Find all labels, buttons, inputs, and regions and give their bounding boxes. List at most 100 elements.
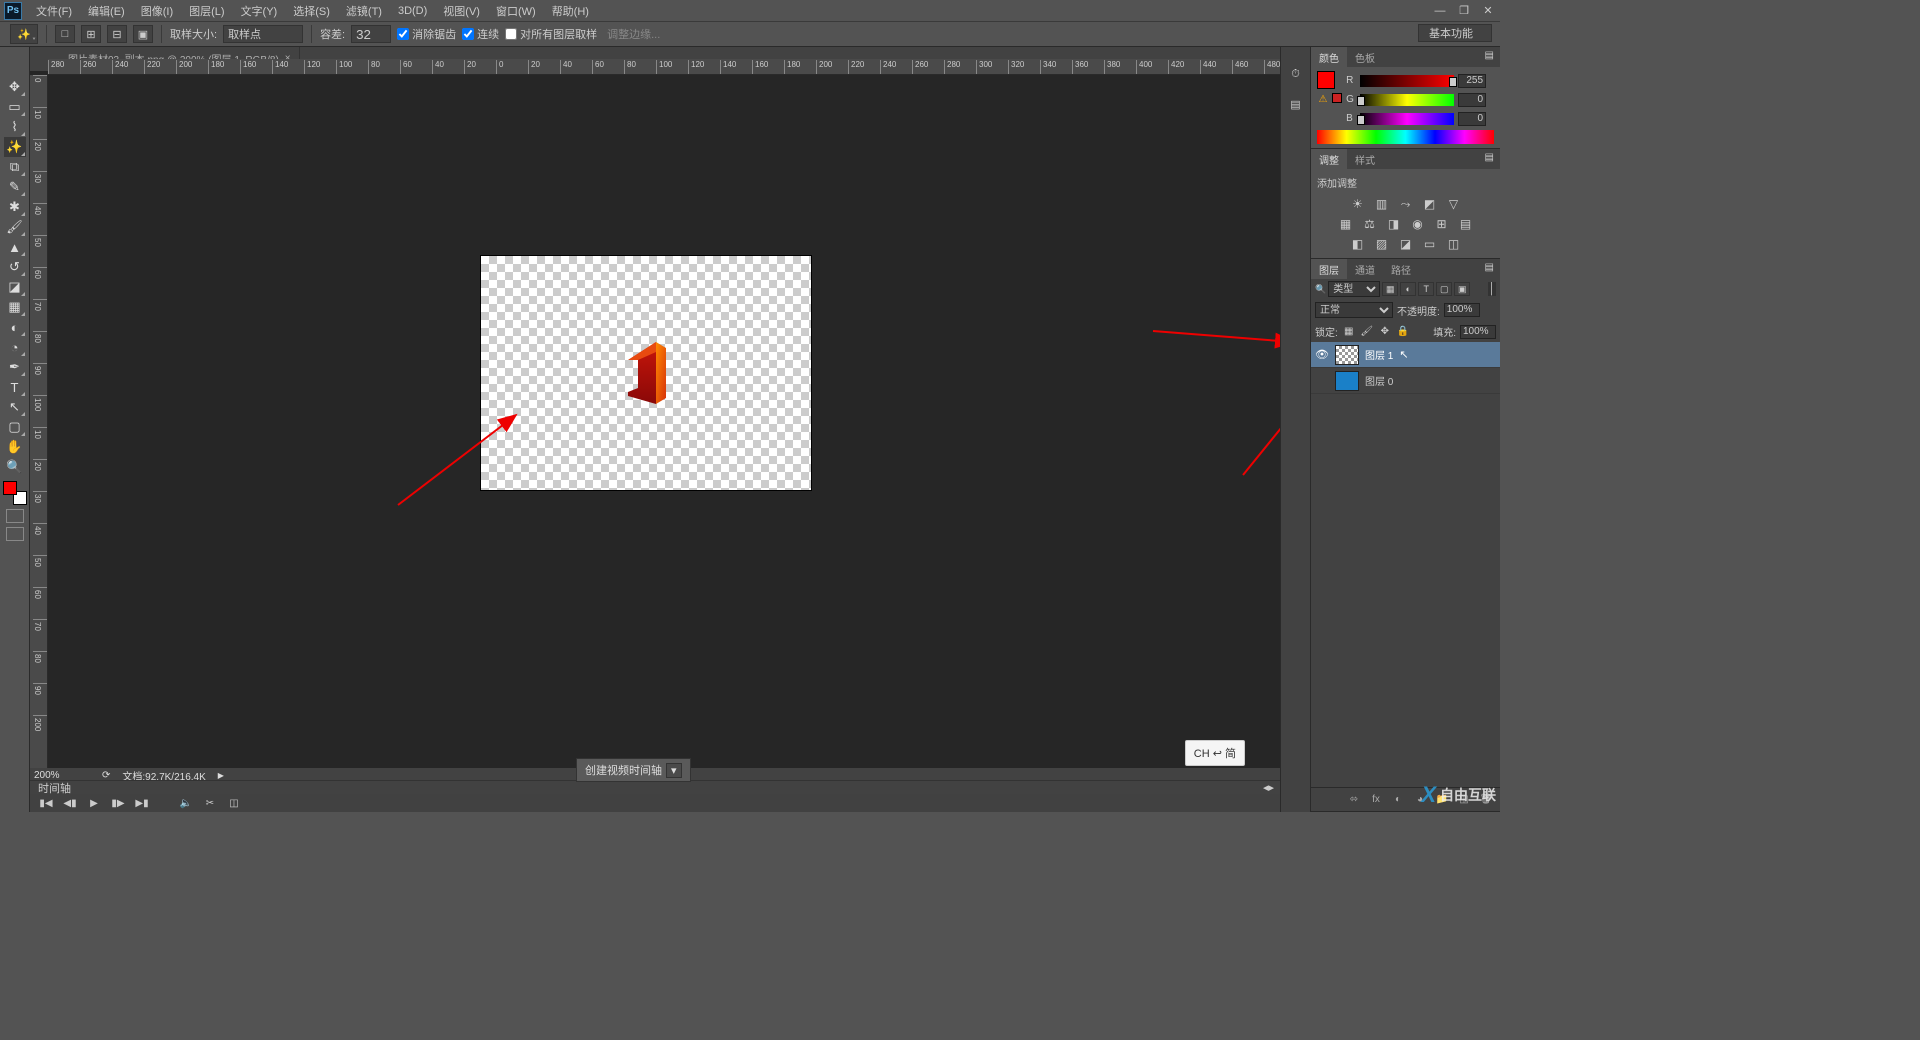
r-value[interactable]: 255 (1458, 74, 1486, 88)
selection-intersect-icon[interactable]: ▣ (133, 25, 153, 43)
r-slider[interactable] (1360, 75, 1454, 87)
vibrance-icon[interactable]: ▽ (1445, 196, 1463, 212)
b-slider[interactable] (1360, 113, 1454, 125)
filter-adjust-icon[interactable]: ◐ (1400, 282, 1416, 296)
timeline-prev-icon[interactable]: ◀▮ (62, 797, 78, 809)
timeline-collapse-icon[interactable]: ◂▸ (1263, 781, 1274, 794)
tab-styles[interactable]: 样式 (1347, 149, 1383, 169)
lock-pixels-icon[interactable]: 🖌 (1360, 326, 1374, 338)
menu-type[interactable]: 文字(Y) (233, 0, 286, 22)
levels-icon[interactable]: ▥ (1373, 196, 1391, 212)
panel-menu-icon[interactable]: ▤ (1479, 47, 1500, 67)
crop-tool[interactable]: ⧉ (4, 157, 26, 177)
workspace-selector[interactable]: 基本功能 (1418, 24, 1492, 42)
quickmask-button[interactable] (6, 509, 24, 523)
menu-filter[interactable]: 滤镜(T) (338, 0, 390, 22)
zoom-tool[interactable]: 🔍 (4, 457, 26, 477)
menu-image[interactable]: 图像(I) (133, 0, 181, 22)
path-selection-tool[interactable]: ↖ (4, 397, 26, 417)
current-tool-icon[interactable]: ✨ (10, 24, 38, 44)
filter-smart-icon[interactable]: ▣ (1454, 282, 1470, 296)
gradient-map-icon[interactable]: ▭ (1421, 236, 1439, 252)
filter-pixel-icon[interactable]: ▦ (1382, 282, 1398, 296)
tab-color[interactable]: 颜色 (1311, 47, 1347, 67)
lock-position-icon[interactable]: ✥ (1378, 326, 1392, 338)
layer-name[interactable]: 图层 0 (1365, 373, 1393, 388)
b-value[interactable]: 0 (1458, 112, 1486, 126)
gamut-color-icon[interactable] (1332, 93, 1342, 103)
lock-all-icon[interactable]: 🔒 (1396, 326, 1410, 338)
color-balance-icon[interactable]: ⚖ (1361, 216, 1379, 232)
layer-thumbnail[interactable] (1335, 345, 1359, 365)
layer-row[interactable]: 图层 0 (1311, 368, 1500, 394)
link-layers-icon[interactable]: ⬄ (1346, 793, 1362, 807)
sample-size-select[interactable]: 取样点 (223, 25, 303, 43)
tab-paths[interactable]: 路径 (1383, 259, 1419, 279)
brush-tool[interactable]: 🖌 (4, 217, 26, 237)
tolerance-input[interactable] (351, 25, 391, 43)
minimize-button[interactable]: — (1428, 0, 1452, 21)
layer-fx-icon[interactable]: fx (1368, 793, 1384, 807)
menu-file[interactable]: 文件(F) (28, 0, 80, 22)
invert-icon[interactable]: ◧ (1349, 236, 1367, 252)
timeline-split-icon[interactable]: ✂ (202, 797, 218, 809)
filter-type-icon[interactable]: T (1418, 282, 1434, 296)
contiguous-checkbox[interactable]: 连续 (462, 26, 499, 42)
timeline-play-icon[interactable]: ▶ (86, 797, 102, 809)
layer-thumbnail[interactable] (1335, 371, 1359, 391)
timeline-last-icon[interactable]: ▶▮ (134, 797, 150, 809)
lasso-tool[interactable]: ⌇ (4, 117, 26, 137)
g-value[interactable]: 0 (1458, 93, 1486, 107)
panel-menu-icon[interactable]: ▤ (1479, 259, 1500, 279)
foreground-swatch[interactable] (1317, 71, 1335, 89)
layer-visibility-icon[interactable]: 👁 (1315, 348, 1329, 361)
clone-stamp-tool[interactable]: ▲ (4, 237, 26, 257)
canvas-viewport[interactable] (48, 75, 1280, 770)
posterize-icon[interactable]: ▨ (1373, 236, 1391, 252)
type-tool[interactable]: T (4, 377, 26, 397)
menu-select[interactable]: 选择(S) (285, 0, 338, 22)
menu-view[interactable]: 视图(V) (435, 0, 488, 22)
exposure-icon[interactable]: ◩ (1421, 196, 1439, 212)
properties-panel-icon[interactable]: ▤ (1286, 95, 1306, 113)
tab-swatches[interactable]: 色板 (1347, 47, 1383, 67)
screenmode-button[interactable] (6, 527, 24, 541)
marquee-tool[interactable]: ▭ (4, 97, 26, 117)
dodge-tool[interactable]: ◔ (4, 337, 26, 357)
layer-row[interactable]: 👁 图层 1 ↖ (1311, 342, 1500, 368)
tab-channels[interactable]: 通道 (1347, 259, 1383, 279)
foreground-color[interactable] (3, 481, 17, 495)
selection-subtract-icon[interactable]: ⊟ (107, 25, 127, 43)
gradient-tool[interactable]: ▦ (4, 297, 26, 317)
status-more-icon[interactable]: ▶ (218, 771, 224, 780)
image-canvas[interactable] (480, 255, 812, 491)
menu-layer[interactable]: 图层(L) (181, 0, 232, 22)
timeline-next-icon[interactable]: ▮▶ (110, 797, 126, 809)
tab-adjustments[interactable]: 调整 (1311, 149, 1347, 169)
timeline-audio-icon[interactable]: 🔈 (178, 797, 194, 809)
photo-filter-icon[interactable]: ◉ (1409, 216, 1427, 232)
color-swatches[interactable] (3, 481, 27, 505)
magic-wand-tool[interactable]: ✨ (4, 137, 26, 157)
color-spectrum[interactable] (1317, 130, 1494, 144)
filter-type-select[interactable]: 类型 (1328, 281, 1380, 297)
threshold-icon[interactable]: ◪ (1397, 236, 1415, 252)
hue-icon[interactable]: ▦ (1337, 216, 1355, 232)
chevron-down-icon[interactable]: ▾ (666, 763, 682, 778)
color-lookup-icon[interactable]: ▤ (1457, 216, 1475, 232)
healing-brush-tool[interactable]: ✱ (4, 197, 26, 217)
selection-add-icon[interactable]: ⊞ (81, 25, 101, 43)
history-panel-icon[interactable]: ⏱ (1286, 65, 1306, 83)
ime-indicator[interactable]: CH ↩ 简 (1185, 740, 1245, 766)
ruler-vertical[interactable]: 0102030405060708090100102030405060708090… (30, 75, 48, 770)
hand-tool[interactable]: ✋ (4, 437, 26, 457)
selection-new-icon[interactable]: □ (55, 25, 75, 43)
all-layers-checkbox[interactable]: 对所有图层取样 (505, 26, 597, 42)
move-tool[interactable]: ✥ (4, 77, 26, 97)
ruler-horizontal[interactable]: 2802602402202001801601401201008060402002… (48, 59, 1280, 75)
opacity-input[interactable]: 100% (1444, 303, 1480, 317)
tab-layers[interactable]: 图层 (1311, 259, 1347, 279)
curves-icon[interactable]: ⤳ (1397, 196, 1415, 212)
menu-window[interactable]: 窗口(W) (488, 0, 544, 22)
fill-input[interactable]: 100% (1460, 325, 1496, 339)
